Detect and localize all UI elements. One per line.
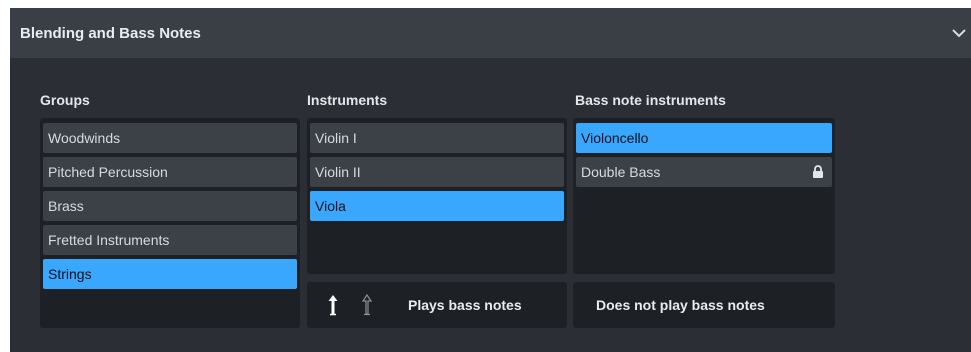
section-header[interactable]: Blending and Bass Notes bbox=[10, 8, 971, 58]
group-item-pitched-percussion[interactable]: Pitched Percussion bbox=[43, 157, 297, 187]
group-item-fretted-instruments[interactable]: Fretted Instruments bbox=[43, 225, 297, 255]
group-item-brass[interactable]: Brass bbox=[43, 191, 297, 221]
chevron-down-icon[interactable] bbox=[949, 23, 969, 43]
instruments-title: Instruments bbox=[307, 92, 388, 108]
group-item-woodwinds[interactable]: Woodwinds bbox=[43, 123, 297, 153]
bass-item-violoncello[interactable]: Violoncello bbox=[576, 123, 832, 153]
bass-item-double-bass[interactable]: Double Bass bbox=[576, 157, 832, 187]
bass-instruments-title: Bass note instruments bbox=[575, 92, 726, 108]
instruments-list: Violin I Violin II Viola bbox=[307, 118, 567, 274]
section-title: Blending and Bass Notes bbox=[20, 24, 201, 42]
does-not-play-bass-notes-label: Does not play bass notes bbox=[596, 297, 765, 313]
bass-note-instruments-list: Violoncello Double Bass bbox=[573, 118, 835, 274]
groups-title: Groups bbox=[40, 92, 90, 108]
does-not-play-bass-notes-legend: Does not play bass notes bbox=[573, 282, 835, 328]
plays-bass-notes-label: Plays bass notes bbox=[408, 297, 522, 313]
plays-bass-notes-legend: Plays bass notes bbox=[307, 282, 567, 328]
groups-list: Woodwinds Pitched Percussion Brass Frett… bbox=[40, 118, 300, 328]
lock-icon bbox=[812, 165, 824, 182]
not-plays-bass-arrow-icon bbox=[361, 293, 373, 320]
instrument-item-violin-2[interactable]: Violin II bbox=[310, 157, 564, 187]
plays-bass-arrow-icon bbox=[327, 293, 339, 320]
bass-item-label: Double Bass bbox=[581, 164, 661, 180]
group-item-strings[interactable]: Strings bbox=[43, 259, 297, 289]
bass-item-label: Violoncello bbox=[581, 130, 649, 146]
instrument-item-violin-1[interactable]: Violin I bbox=[310, 123, 564, 153]
instrument-item-viola[interactable]: Viola bbox=[310, 191, 564, 221]
blending-bass-notes-panel: Blending and Bass Notes Groups Instrumen… bbox=[10, 8, 971, 352]
